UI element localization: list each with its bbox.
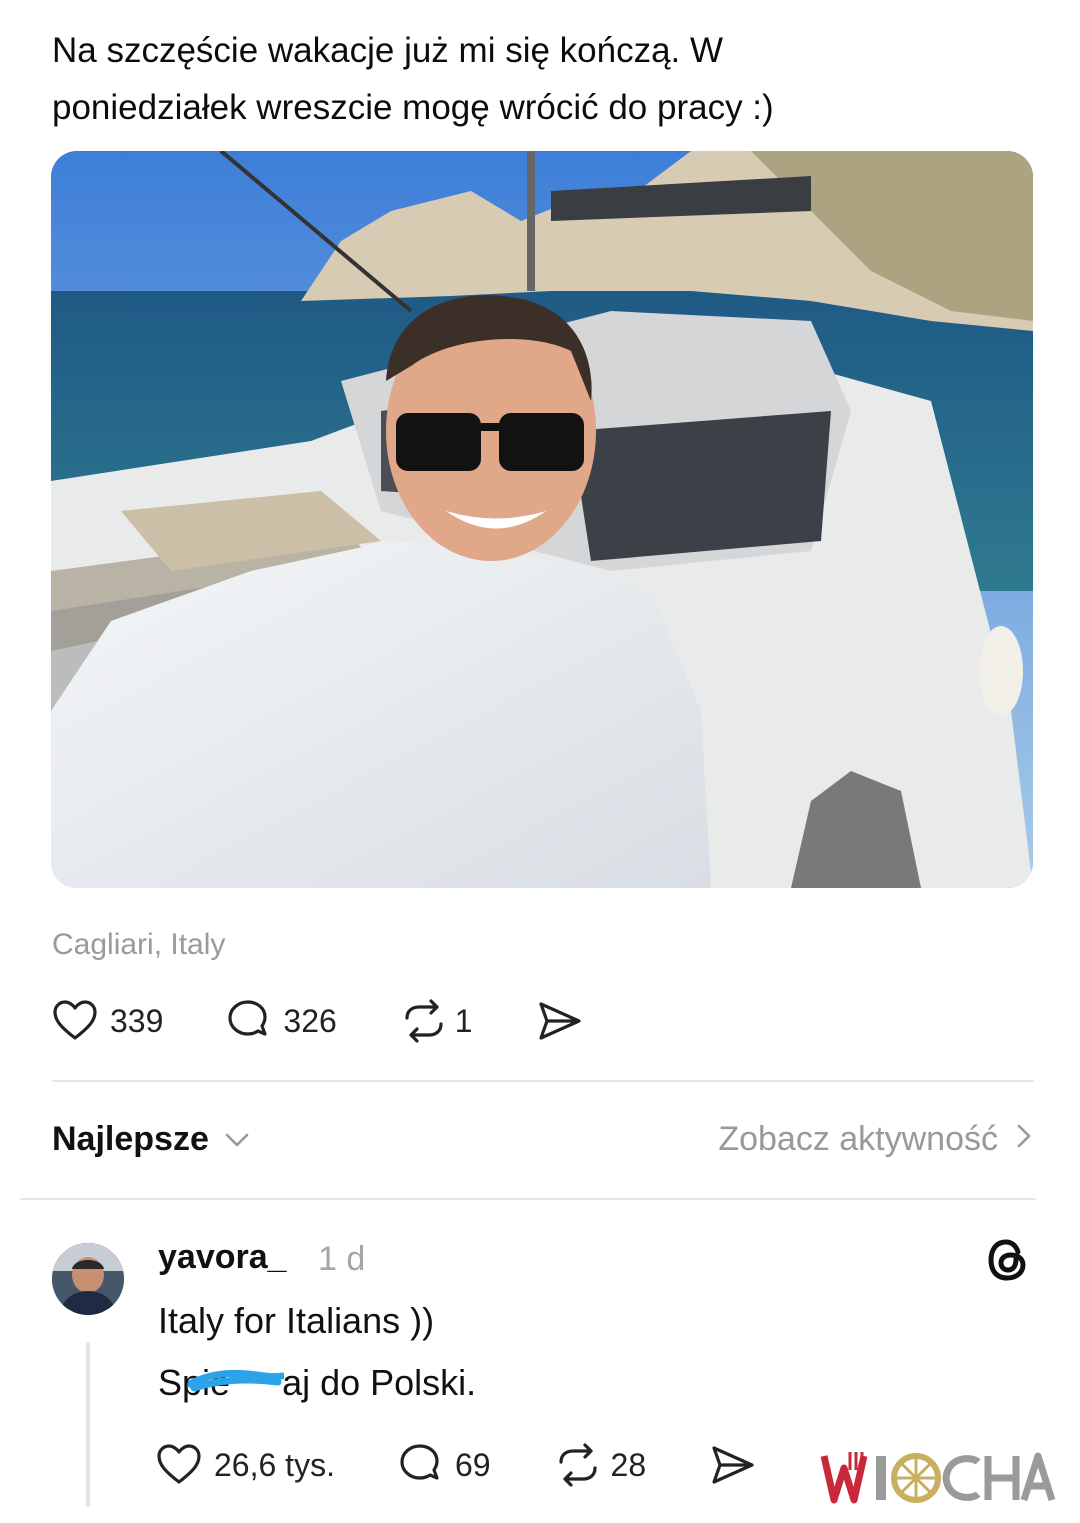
like-button[interactable]: 339 [52,998,163,1044]
speech-bubble-icon [397,1442,443,1488]
post-actions: 339 326 1 [52,996,583,1046]
view-activity-link[interactable]: Zobacz aktywność [718,1120,1032,1159]
post-text-line-2: poniedziałek wreszcie mogę wrócić do pra… [52,88,774,127]
watermark-logo [820,1448,1060,1513]
comment-like-count: 26,6 tys. [214,1446,335,1483]
comment-line-2: Spie aj do Polski. [158,1362,476,1404]
comment-line-1: Italy for Italians )) [158,1300,435,1341]
reply-count: 326 [283,1002,337,1039]
post-photo[interactable] [51,151,1033,888]
send-icon [535,998,583,1044]
comment-username[interactable]: yavora_ [158,1238,287,1277]
avatar[interactable] [52,1243,124,1315]
sort-label: Najlepsze [52,1120,209,1158]
like-count: 339 [110,1002,164,1039]
post-location[interactable]: Cagliari, Italy [52,928,225,962]
chevron-right-icon [1016,1120,1032,1159]
comment-reply-count: 69 [454,1446,491,1483]
repost-icon [553,1442,603,1488]
divider [20,1198,1036,1200]
comment-line-2-suffix: aj do Polski. [282,1362,477,1403]
comment-share-button[interactable] [708,1442,756,1488]
heart-icon [156,1442,202,1488]
comment-time: 1 d [318,1240,366,1278]
thread-line [86,1342,90,1507]
repost-button[interactable]: 1 [399,998,473,1044]
send-icon [708,1442,756,1488]
repost-icon [399,998,449,1044]
post-text: Na szczęście wakacje już mi się kończą. … [52,22,1032,136]
redaction-scribble [188,1370,285,1400]
repost-count: 1 [454,1002,473,1039]
threads-logo-icon[interactable] [984,1236,1032,1284]
heart-icon [52,998,98,1044]
sort-dropdown[interactable]: Najlepsze [52,1120,251,1159]
reply-button[interactable]: 326 [225,998,337,1044]
comment-reply-button[interactable]: 69 [397,1442,491,1488]
comment-actions: 26,6 tys. 69 28 [156,1440,756,1490]
post-text-line-1: Na szczęście wakacje już mi się kończą. … [52,31,724,70]
comment-repost-count: 28 [610,1446,647,1483]
chevron-down-icon [223,1120,251,1159]
divider [52,1080,1034,1082]
comment-like-button[interactable]: 26,6 tys. [156,1442,335,1488]
share-button[interactable] [535,998,583,1044]
comment-repost-button[interactable]: 28 [553,1442,647,1488]
view-activity-label: Zobacz aktywność [718,1120,998,1158]
speech-bubble-icon [225,998,271,1044]
